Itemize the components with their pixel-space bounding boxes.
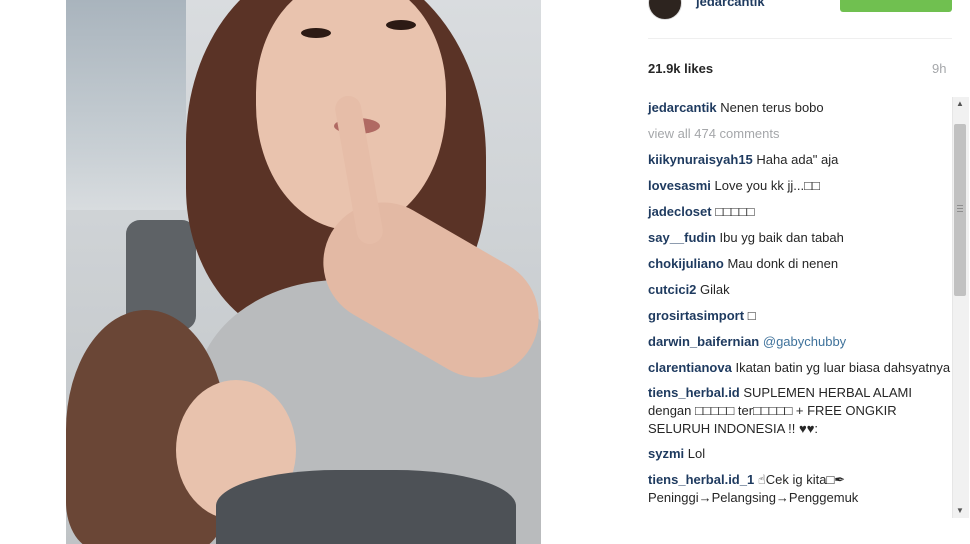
photo-eye-left xyxy=(301,28,331,38)
comment-username[interactable]: tiens_herbal.id_1 xyxy=(648,472,754,487)
page-gutter xyxy=(0,0,66,544)
comment-username[interactable]: jedarcantik xyxy=(648,100,717,115)
comment-username[interactable]: lovesasmi xyxy=(648,178,711,193)
post-sidebar: jedarcantik 21.9k likes 9h jedarcantik N… xyxy=(630,0,970,544)
comment-username[interactable]: kiikynuraisyah15 xyxy=(648,152,753,167)
comment-row: clarentianova Ikatan batin yg luar biasa… xyxy=(648,359,952,377)
comment-row: tiens_herbal.id_1 ☝︎Cek ig kita□✒ Pening… xyxy=(648,471,952,507)
comment-row: syzmi Lol xyxy=(648,445,952,463)
comment-text: Lol xyxy=(687,446,706,461)
comment-row: jedarcantik Nenen terus bobo xyxy=(648,99,952,117)
comment-username[interactable]: jadecloset xyxy=(648,204,712,219)
photo-eye-right xyxy=(386,20,416,30)
comment-list: jedarcantik Nenen terus bobo view all 47… xyxy=(648,99,952,515)
post-time: 9h xyxy=(932,61,947,76)
view-all-comments-link[interactable]: view all 474 comments xyxy=(648,125,952,143)
scrollbar-grip-icon xyxy=(957,205,963,214)
comment-text: Haha ada" aja xyxy=(756,152,839,167)
comment-text: Love you kk jj...□□ xyxy=(714,178,820,193)
comment-username[interactable]: chokijuliano xyxy=(648,256,724,271)
comment-row: grosirtasimport □ xyxy=(648,307,952,325)
header-username[interactable]: jedarcantik xyxy=(696,0,765,9)
likes-count[interactable]: 21.9k likes xyxy=(648,61,713,76)
comment-username[interactable]: darwin_baifernian xyxy=(648,334,759,349)
photo-dark-clothing xyxy=(216,470,516,544)
comment-username[interactable]: syzmi xyxy=(648,446,684,461)
comment-row: say__fudin Ibu yg baik dan tabah xyxy=(648,229,952,247)
avatar[interactable] xyxy=(648,0,682,20)
comment-text: □□□□□ xyxy=(715,204,755,219)
comment-row: jadecloset □□□□□ xyxy=(648,203,952,221)
header-divider xyxy=(648,38,952,39)
comment-username[interactable]: grosirtasimport xyxy=(648,308,744,323)
follow-button[interactable] xyxy=(840,0,952,12)
comment-text: Ikatan batin yg luar biasa dahsyatnya xyxy=(735,360,951,375)
comment-username[interactable]: say__fudin xyxy=(648,230,716,245)
comment-row: lovesasmi Love you kk jj...□□ xyxy=(648,177,952,195)
comment-row: kiikynuraisyah15 Haha ada" aja xyxy=(648,151,952,169)
comment-text: Gilak xyxy=(700,282,730,297)
comment-row: cutcici2 Gilak xyxy=(648,281,952,299)
comment-username[interactable]: cutcici2 xyxy=(648,282,696,297)
comment-row: tiens_herbal.id SUPLEMEN HERBAL ALAMI de… xyxy=(648,384,952,438)
comment-text: Mau donk di nenen xyxy=(727,256,839,271)
comment-username[interactable]: clarentianova xyxy=(648,360,732,375)
comment-text: Ibu yg baik dan tabah xyxy=(719,230,844,245)
scroll-down-arrow-icon[interactable]: ▼ xyxy=(952,504,968,518)
comment-username[interactable]: tiens_herbal.id xyxy=(648,385,740,400)
car-window xyxy=(66,0,186,210)
comment-mention[interactable]: @gabychubby xyxy=(763,334,846,349)
post-photo[interactable] xyxy=(66,0,541,544)
comment-text: Nenen terus bobo xyxy=(720,100,824,115)
comment-row: chokijuliano Mau donk di nenen xyxy=(648,255,952,273)
comment-row: darwin_baifernian @gabychubby xyxy=(648,333,952,351)
comment-text: □ xyxy=(747,308,756,323)
scroll-up-arrow-icon[interactable]: ▲ xyxy=(952,97,968,111)
